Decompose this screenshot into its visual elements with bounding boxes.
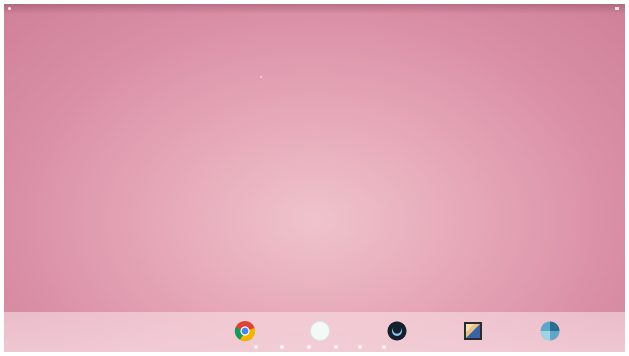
wallpaper-speck — [260, 76, 262, 78]
chrome-icon[interactable] — [234, 320, 256, 342]
square-photo-app-icon[interactable] — [462, 320, 484, 342]
home-screen — [4, 4, 625, 352]
status-bar — [4, 4, 625, 14]
white-circle-app-icon[interactable] — [309, 320, 331, 342]
blue-circle-app-icon[interactable] — [539, 320, 561, 342]
notifications-icon[interactable] — [382, 345, 386, 349]
dark-circle-app-icon[interactable] — [386, 320, 408, 342]
settings-icon[interactable] — [358, 345, 362, 349]
back-icon[interactable] — [254, 345, 258, 349]
recents-icon[interactable] — [307, 345, 311, 349]
home-icon[interactable] — [280, 345, 284, 349]
app-dock — [4, 312, 625, 352]
menu-icon[interactable] — [334, 345, 338, 349]
navigation-bar — [4, 344, 625, 350]
status-left-icon — [8, 7, 11, 10]
status-right-icon — [615, 7, 619, 10]
